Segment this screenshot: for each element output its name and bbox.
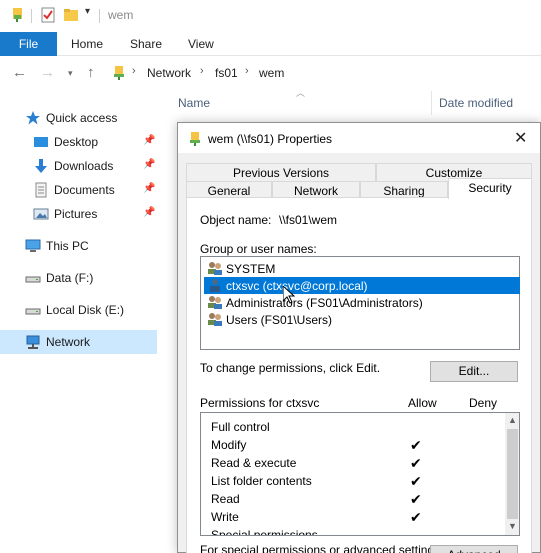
breadcrumb-wem[interactable]: wem: [259, 66, 284, 80]
change-permissions-text: To change permissions, click Edit.: [200, 361, 381, 375]
back-arrow-icon[interactable]: ←: [12, 64, 27, 81]
perm-row-full-control: Full control: [211, 420, 270, 434]
user-row-system[interactable]: SYSTEM: [204, 260, 520, 277]
advanced-button[interactable]: Advanced: [430, 545, 518, 553]
address-row: ← → ▾ ↑ › Network › fs01 › wem: [0, 57, 541, 89]
user-row-administrators[interactable]: Administrators (FS01\Administrators): [204, 294, 520, 311]
window-title: wem: [108, 8, 134, 22]
properties-icon[interactable]: [40, 7, 56, 26]
special-permissions-text: For special permissions or advanced sett…: [200, 543, 441, 553]
check-icon: ✔: [410, 437, 422, 453]
dialog-title-bar: wem (\\fs01) Properties ✕: [178, 123, 540, 153]
network-icon: [25, 334, 41, 350]
forward-arrow-icon[interactable]: →: [40, 64, 55, 81]
perm-row-read: Read ✔: [211, 491, 422, 507]
tab-view[interactable]: View: [188, 32, 214, 56]
perm-row-modify: Modify ✔: [211, 437, 422, 453]
column-header-date-modified[interactable]: Date modified: [439, 96, 513, 110]
folder-pin-icon[interactable]: [10, 7, 26, 26]
check-icon: ✔: [410, 509, 422, 525]
perm-row-read-execute: Read & execute ✔: [211, 455, 422, 471]
star-icon: [25, 110, 41, 126]
user-row-users[interactable]: Users (FS01\Users): [204, 311, 520, 328]
breadcrumb-network[interactable]: Network: [147, 66, 191, 80]
pin-icon[interactable]: 📌: [143, 183, 155, 194]
download-icon: [33, 158, 49, 174]
group-user-names-label: Group or user names:: [200, 242, 317, 256]
tab-share[interactable]: Share: [130, 32, 162, 56]
network-folder-icon: [111, 65, 127, 84]
title-bar: ▾ wem: [0, 0, 541, 32]
documents-icon: [33, 182, 49, 198]
breadcrumb-fs01[interactable]: fs01: [215, 66, 238, 80]
check-icon: ✔: [410, 491, 422, 507]
object-name-value: \\fs01\wem: [279, 213, 338, 227]
allow-column-label: Allow: [408, 396, 437, 410]
user-row-ctxsvc[interactable]: ctxsvc (ctxsvc@corp.local): [204, 277, 520, 294]
tab-security[interactable]: Security: [448, 178, 532, 199]
nav-item-network[interactable]: Network: [0, 330, 157, 354]
scroll-down-icon[interactable]: ▼: [508, 521, 517, 531]
users-group-icon: [207, 312, 223, 329]
nav-item-data-f[interactable]: Data (F:): [0, 266, 157, 290]
user-icon: [207, 278, 223, 295]
check-icon: ✔: [410, 473, 422, 489]
ribbon-tabs: File Home Share View: [0, 32, 541, 56]
navigation-pane: Quick access Desktop 📌 Downloads 📌 Docum…: [0, 89, 160, 553]
network-folder-icon: [188, 131, 202, 150]
new-folder-icon[interactable]: [63, 7, 79, 26]
column-header-name[interactable]: Name: [178, 96, 210, 110]
permissions-list[interactable]: Full control Modify ✔ Read & execute ✔ L…: [200, 412, 520, 536]
up-arrow-icon[interactable]: ↑: [87, 64, 95, 81]
users-group-icon: [207, 295, 223, 312]
nav-item-downloads[interactable]: Downloads 📌: [0, 154, 157, 178]
mouse-cursor-icon: [283, 286, 295, 304]
nav-item-documents[interactable]: Documents 📌: [0, 178, 157, 202]
deny-column-label: Deny: [469, 396, 498, 410]
object-name-label: Object name:: [200, 213, 272, 227]
properties-dialog: wem (\\fs01) Properties ✕ Previous Versi…: [177, 122, 541, 553]
scroll-thumb[interactable]: [507, 429, 518, 519]
recent-locations-icon[interactable]: ▾: [68, 68, 73, 79]
perm-row-write: Write ✔: [211, 509, 422, 525]
nav-item-local-disk-e[interactable]: Local Disk (E:): [0, 298, 157, 322]
permissions-scrollbar[interactable]: ▲ ▼: [505, 413, 519, 535]
scroll-up-icon[interactable]: ▲: [508, 415, 517, 425]
pictures-icon: [33, 206, 49, 222]
pin-icon[interactable]: 📌: [143, 135, 155, 146]
computer-icon: [25, 238, 41, 254]
pin-icon[interactable]: 📌: [143, 207, 155, 218]
drive-icon: [25, 270, 41, 286]
nav-item-this-pc[interactable]: This PC: [0, 234, 157, 258]
perm-row-list-folder-contents: List folder contents ✔: [211, 473, 422, 489]
drive-icon: [25, 302, 41, 318]
edit-button[interactable]: Edit...: [430, 361, 518, 382]
dialog-title: wem (\\fs01) Properties: [208, 132, 333, 146]
customize-toolbar-icon[interactable]: ▾: [85, 6, 90, 17]
tab-file[interactable]: File: [0, 32, 57, 56]
desktop-icon: [33, 134, 49, 150]
tab-previous-versions[interactable]: Previous Versions: [186, 163, 376, 182]
nav-item-pictures[interactable]: Pictures 📌: [0, 202, 157, 226]
nav-item-quick-access[interactable]: Quick access: [0, 106, 157, 130]
perm-row-special-permissions: Special permissions: [211, 528, 318, 536]
address-bar[interactable]: › Network › fs01 › wem: [104, 61, 541, 85]
permissions-for-label: Permissions for ctxsvc: [200, 396, 320, 410]
nav-item-desktop[interactable]: Desktop 📌: [0, 130, 157, 154]
check-icon: ✔: [410, 455, 422, 471]
pin-icon[interactable]: 📌: [143, 159, 155, 170]
user-list[interactable]: SYSTEM ctxsvc (ctxsvc@corp.local) Admini…: [200, 256, 520, 350]
close-icon[interactable]: ✕: [514, 128, 527, 148]
tab-home[interactable]: Home: [71, 32, 103, 56]
users-group-icon: [207, 261, 223, 278]
sort-up-icon: ︿: [296, 88, 306, 98]
